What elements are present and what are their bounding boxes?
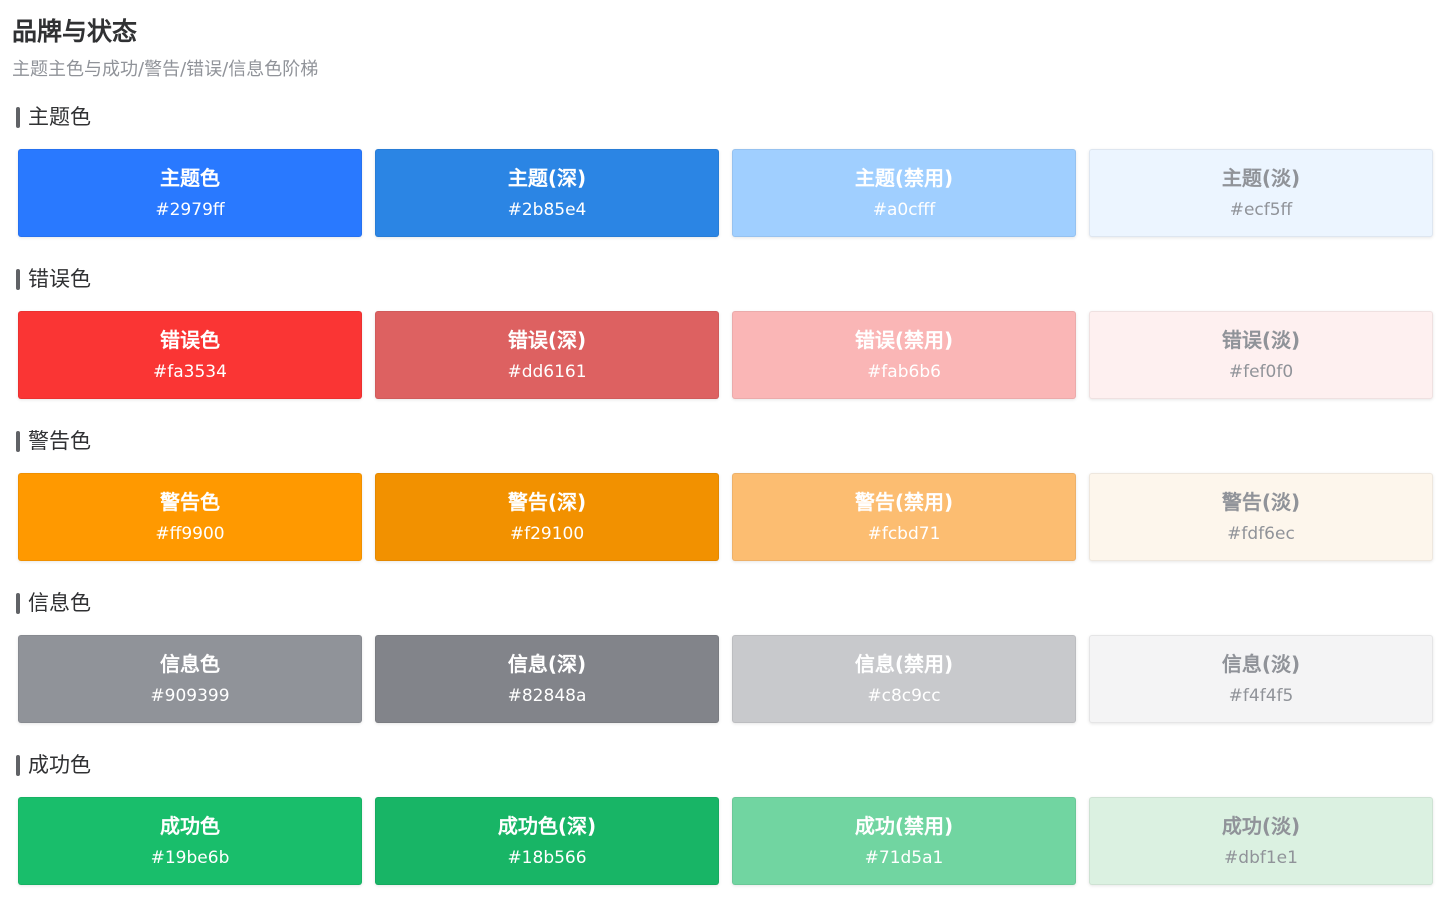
section-accent-bar (16, 430, 20, 452)
swatch-name: 成功色 (160, 814, 220, 838)
color-swatch[interactable]: 警告色 #ff9900 (18, 473, 362, 561)
swatch-name: 警告色 (160, 490, 220, 514)
swatch-hex: #f29100 (509, 524, 585, 544)
swatch-hex: #dd6161 (507, 362, 587, 382)
color-swatch[interactable]: 成功色(深) #18b566 (375, 797, 719, 885)
color-swatch[interactable]: 主题(禁用) #a0cfff (732, 149, 1076, 237)
color-swatch[interactable]: 警告(深) #f29100 (375, 473, 719, 561)
section-accent-bar (16, 754, 20, 776)
swatch-hex: #c8c9cc (867, 686, 941, 706)
swatch-row: 信息色 #909399 信息(深) #82848a 信息(禁用) #c8c9cc… (18, 635, 1434, 725)
swatch-hex: #ff9900 (155, 524, 225, 544)
page-subtitle: 主题主色与成功/警告/错误/信息色阶梯 (12, 59, 319, 80)
color-swatch[interactable]: 警告(禁用) #fcbd71 (732, 473, 1076, 561)
section-accent-bar (16, 106, 20, 128)
section-label: 信息色 (28, 591, 91, 615)
section-label: 警告色 (28, 429, 91, 453)
section-label: 错误色 (28, 267, 91, 291)
swatch-name: 信息色 (160, 652, 220, 676)
color-swatch[interactable]: 错误色 #fa3534 (18, 311, 362, 399)
section-heading: 警告色 (16, 427, 91, 455)
swatch-name: 警告(禁用) (854, 490, 954, 514)
color-swatch[interactable]: 主题(深) #2b85e4 (375, 149, 719, 237)
swatch-hex: #fab6b6 (867, 362, 941, 382)
color-swatch[interactable]: 警告(淡) #fdf6ec (1089, 473, 1433, 561)
swatch-name: 信息(深) (507, 652, 587, 676)
swatch-hex: #dbf1e1 (1224, 848, 1298, 868)
swatch-name: 信息(禁用) (854, 652, 954, 676)
section-heading: 成功色 (16, 751, 91, 779)
color-swatch[interactable]: 主题(淡) #ecf5ff (1089, 149, 1433, 237)
swatch-name: 主题(淡) (1221, 166, 1301, 190)
swatch-hex: #fef0f0 (1228, 362, 1294, 382)
swatch-hex: #ecf5ff (1229, 200, 1293, 220)
swatch-hex: #19be6b (150, 848, 230, 868)
color-swatch[interactable]: 信息(禁用) #c8c9cc (732, 635, 1076, 723)
swatch-name: 成功(淡) (1221, 814, 1301, 838)
color-swatch[interactable]: 成功(禁用) #71d5a1 (732, 797, 1076, 885)
swatch-hex: #18b566 (507, 848, 587, 868)
swatch-name: 成功(禁用) (854, 814, 954, 838)
section-accent-bar (16, 592, 20, 614)
color-swatch[interactable]: 信息色 #909399 (18, 635, 362, 723)
swatch-hex: #2979ff (155, 200, 225, 220)
swatch-name: 成功色(深) (497, 814, 597, 838)
swatch-name: 错误(深) (507, 328, 587, 352)
swatch-name: 错误色 (160, 328, 220, 352)
swatch-row: 错误色 #fa3534 错误(深) #dd6161 错误(禁用) #fab6b6… (18, 311, 1434, 401)
swatch-row: 警告色 #ff9900 警告(深) #f29100 警告(禁用) #fcbd71… (18, 473, 1434, 563)
swatch-name: 警告(淡) (1221, 490, 1301, 514)
swatch-hex: #fdf6ec (1227, 524, 1295, 544)
swatch-hex: #fcbd71 (867, 524, 941, 544)
swatch-row: 成功色 #19be6b 成功色(深) #18b566 成功(禁用) #71d5a… (18, 797, 1434, 887)
color-swatch[interactable]: 信息(淡) #f4f4f5 (1089, 635, 1433, 723)
swatch-hex: #f4f4f5 (1228, 686, 1294, 706)
color-swatch[interactable]: 信息(深) #82848a (375, 635, 719, 723)
color-swatch[interactable]: 主题色 #2979ff (18, 149, 362, 237)
swatch-name: 警告(深) (507, 490, 587, 514)
section-label: 主题色 (28, 105, 91, 129)
swatch-hex: #2b85e4 (507, 200, 587, 220)
swatch-name: 错误(淡) (1221, 328, 1301, 352)
section-label: 成功色 (28, 753, 91, 777)
swatch-name: 主题(深) (507, 166, 587, 190)
section-accent-bar (16, 268, 20, 290)
swatch-hex: #a0cfff (872, 200, 936, 220)
color-swatch[interactable]: 错误(禁用) #fab6b6 (732, 311, 1076, 399)
swatch-hex: #71d5a1 (864, 848, 944, 868)
color-swatch[interactable]: 错误(深) #dd6161 (375, 311, 719, 399)
swatch-name: 信息(淡) (1221, 652, 1301, 676)
swatch-hex: #82848a (507, 686, 587, 706)
color-swatch[interactable]: 错误(淡) #fef0f0 (1089, 311, 1433, 399)
section-heading: 主题色 (16, 103, 91, 131)
swatch-row: 主题色 #2979ff 主题(深) #2b85e4 主题(禁用) #a0cfff… (18, 149, 1434, 239)
section-heading: 错误色 (16, 265, 91, 293)
color-swatch[interactable]: 成功色 #19be6b (18, 797, 362, 885)
page-title: 品牌与状态 (12, 17, 138, 46)
color-swatch[interactable]: 成功(淡) #dbf1e1 (1089, 797, 1433, 885)
swatch-hex: #909399 (150, 686, 230, 706)
swatch-name: 主题色 (160, 166, 220, 190)
swatch-hex: #fa3534 (153, 362, 227, 382)
swatch-name: 主题(禁用) (854, 166, 954, 190)
section-heading: 信息色 (16, 589, 91, 617)
swatch-name: 错误(禁用) (854, 328, 954, 352)
